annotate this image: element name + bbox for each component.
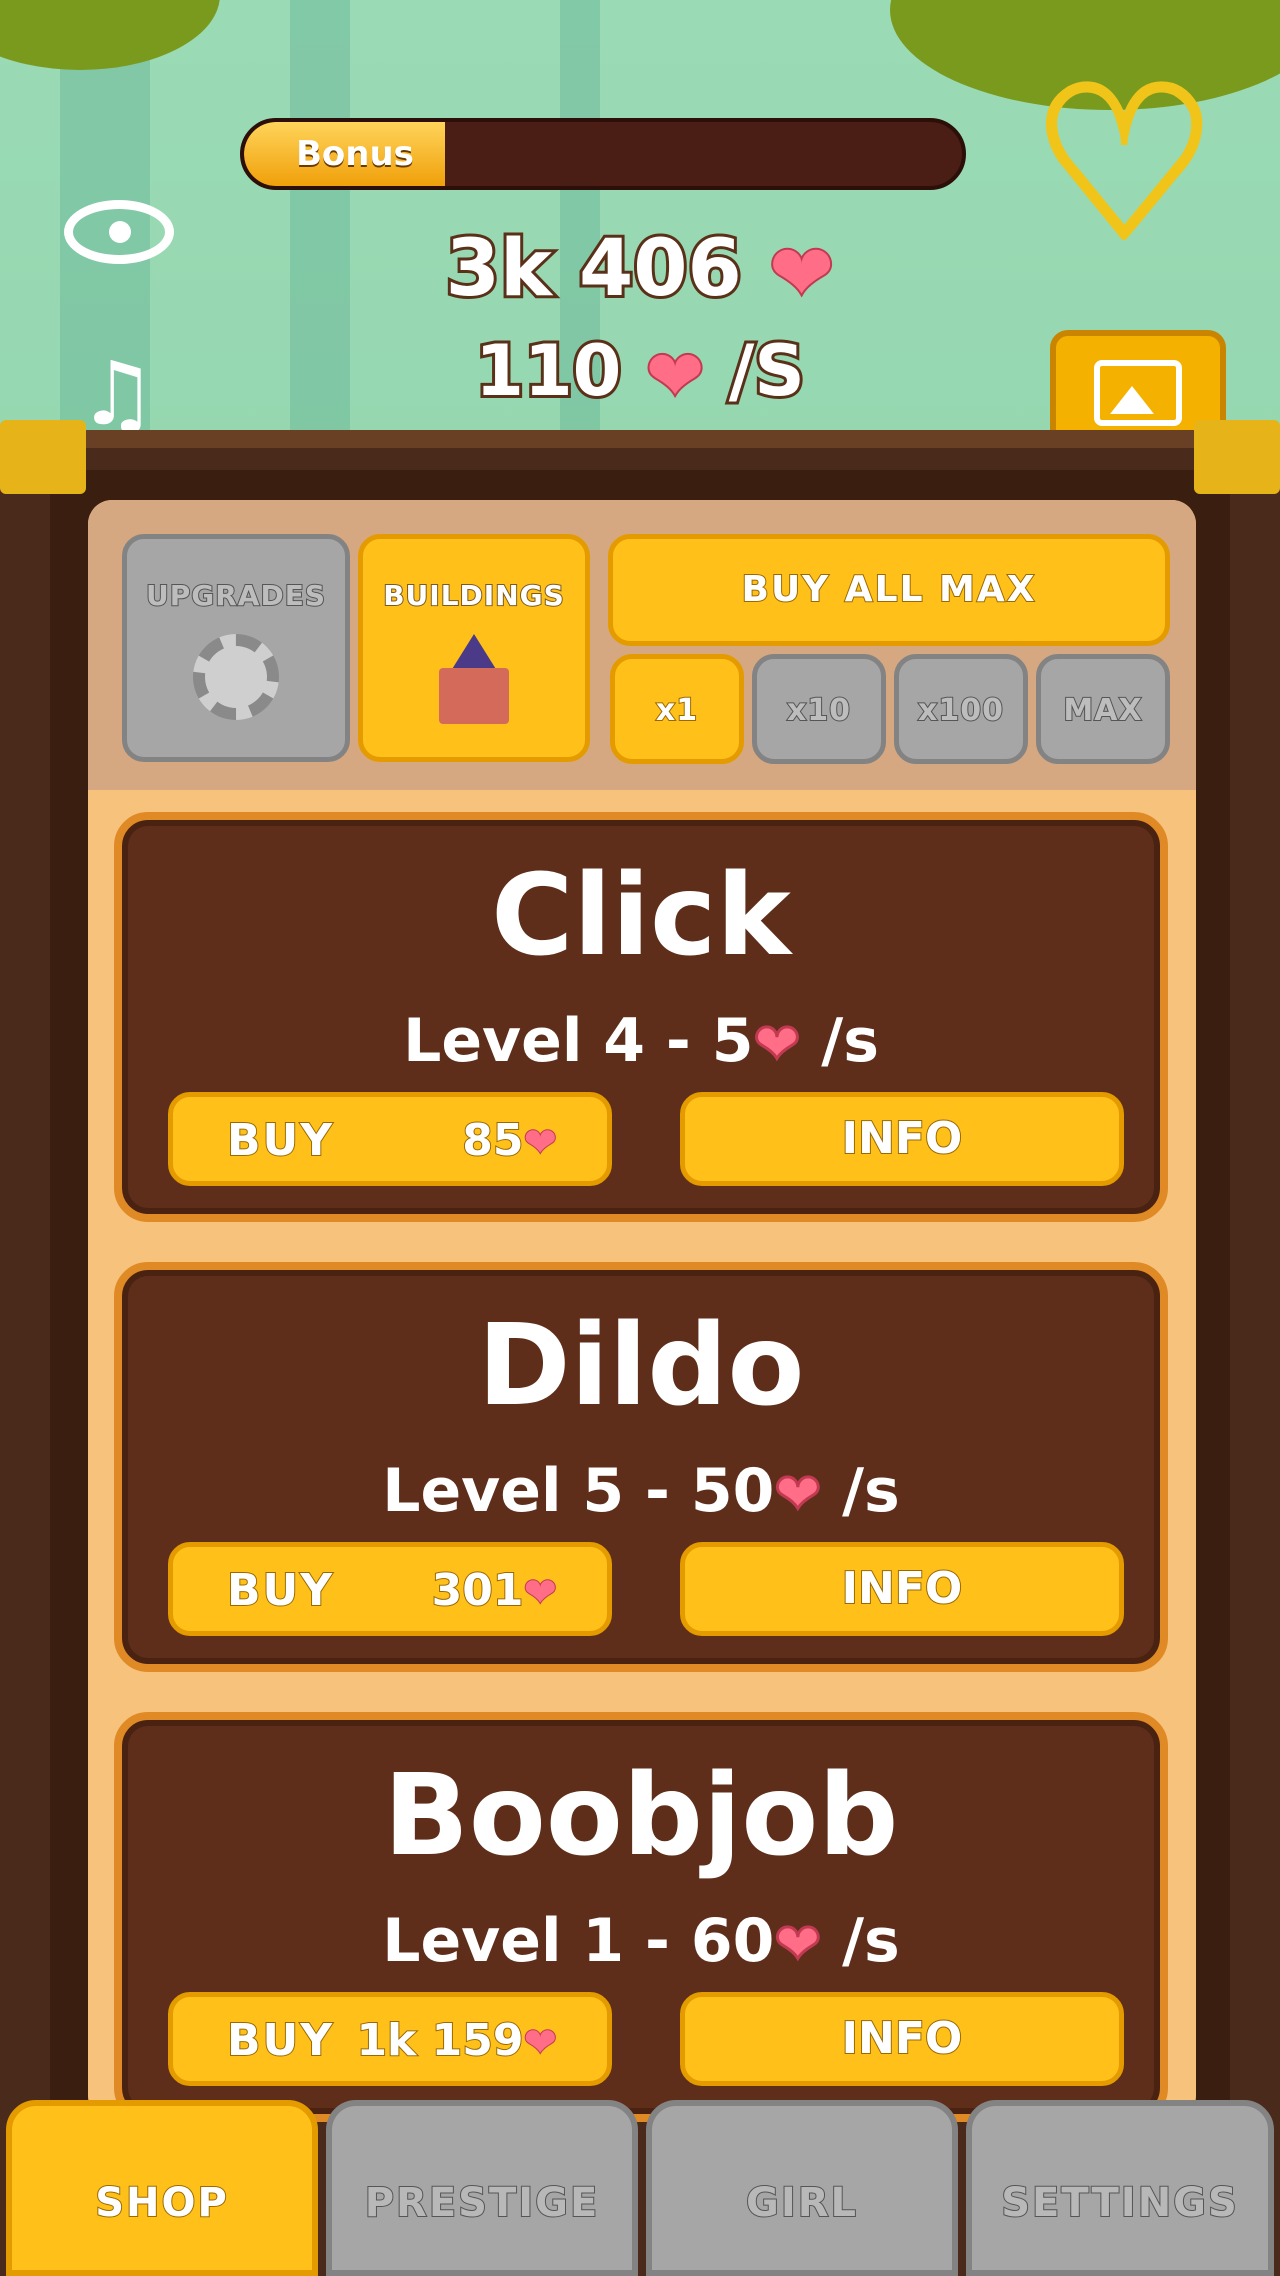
building-level: Level 5 - 50❤ /s bbox=[382, 1456, 900, 1528]
building-level: Level 4 - 5❤ /s bbox=[403, 1006, 879, 1078]
building-level: Level 1 - 60❤ /s bbox=[382, 1906, 900, 1978]
building-name: Click bbox=[491, 851, 791, 981]
hearts-total-value: 3k 406 bbox=[443, 221, 745, 317]
nav-tab-shop-label: SHOP bbox=[94, 2179, 229, 2227]
hearts-rate-value: 110 bbox=[472, 327, 624, 415]
multiplier-max-button[interactable]: MAX bbox=[1036, 654, 1170, 764]
tab-upgrades[interactable]: UPGRADES bbox=[122, 534, 350, 762]
multiplier-x10-button[interactable]: x10 bbox=[752, 654, 886, 764]
heart-icon: ❤ bbox=[522, 1569, 557, 1617]
heart-icon: ❤ bbox=[773, 1910, 823, 1978]
frame-corner bbox=[1194, 420, 1280, 494]
info-button[interactable]: INFO bbox=[680, 1092, 1124, 1186]
multiplier-x10-label: x10 bbox=[786, 692, 852, 729]
hearts-total: 3k 406 ❤ bbox=[0, 221, 1280, 321]
heart-icon: ❤ bbox=[522, 2019, 557, 2067]
tab-buildings-label: BUILDINGS bbox=[382, 578, 565, 613]
multiplier-x1-button[interactable]: x1 bbox=[610, 654, 744, 764]
building-card: Boobjob Level 1 - 60❤ /s BUY 1k 159❤ INF… bbox=[114, 1712, 1168, 2122]
hearts-rate-unit: /S bbox=[726, 327, 808, 415]
buy-price: 301 bbox=[431, 1564, 525, 1617]
nav-tab-girl[interactable]: GIRL bbox=[646, 2100, 958, 2276]
bonus-bar: Bonus bbox=[240, 118, 966, 190]
tab-buildings[interactable]: BUILDINGS bbox=[358, 534, 590, 762]
multiplier-max-label: MAX bbox=[1062, 692, 1143, 729]
bottom-nav: SHOP PRESTIGE GIRL SETTINGS bbox=[0, 2100, 1280, 2276]
heart-icon: ❤ bbox=[644, 333, 707, 419]
nav-tab-shop[interactable]: SHOP bbox=[6, 2100, 318, 2276]
heart-icon: ❤ bbox=[767, 227, 836, 321]
multiplier-x1-label: x1 bbox=[655, 692, 699, 729]
nav-tab-girl-label: GIRL bbox=[745, 2179, 858, 2227]
tab-upgrades-label: UPGRADES bbox=[145, 578, 326, 613]
multiplier-x100-label: x100 bbox=[917, 692, 1004, 729]
buy-button[interactable]: BUY 301❤ bbox=[168, 1542, 612, 1636]
buy-all-max-label: BUY ALL MAX bbox=[741, 568, 1037, 611]
buy-all-max-button[interactable]: BUY ALL MAX bbox=[608, 534, 1170, 646]
building-name: Boobjob bbox=[383, 1751, 899, 1881]
buy-button[interactable]: BUY 85❤ bbox=[168, 1092, 612, 1186]
buy-price: 85 bbox=[461, 1114, 524, 1167]
info-button[interactable]: INFO bbox=[680, 1992, 1124, 2086]
building-name: Dildo bbox=[477, 1301, 805, 1431]
frame-corner bbox=[0, 420, 86, 494]
castle-icon bbox=[429, 634, 519, 724]
heart-icon: ❤ bbox=[522, 1119, 557, 1167]
heart-icon: ❤ bbox=[773, 1460, 823, 1528]
bonus-label: Bonus bbox=[296, 134, 414, 174]
gear-icon bbox=[193, 634, 279, 720]
buy-button[interactable]: BUY 1k 159❤ bbox=[168, 1992, 612, 2086]
building-card: Dildo Level 5 - 50❤ /s BUY 301❤ INFO bbox=[114, 1262, 1168, 1672]
heart-icon: ❤ bbox=[752, 1010, 802, 1078]
nav-tab-prestige-label: PRESTIGE bbox=[364, 2179, 600, 2227]
building-card: Click Level 4 - 5❤ /s BUY 85❤ INFO bbox=[114, 812, 1168, 1222]
info-button[interactable]: INFO bbox=[680, 1542, 1124, 1636]
hearts-rate: 110 ❤ /S bbox=[0, 327, 1280, 419]
multiplier-x100-button[interactable]: x100 bbox=[894, 654, 1028, 764]
nav-tab-settings-label: SETTINGS bbox=[1000, 2179, 1239, 2227]
buy-price: 1k 159 bbox=[355, 2014, 524, 2067]
nav-tab-settings[interactable]: SETTINGS bbox=[966, 2100, 1274, 2276]
nav-tab-prestige[interactable]: PRESTIGE bbox=[326, 2100, 638, 2276]
